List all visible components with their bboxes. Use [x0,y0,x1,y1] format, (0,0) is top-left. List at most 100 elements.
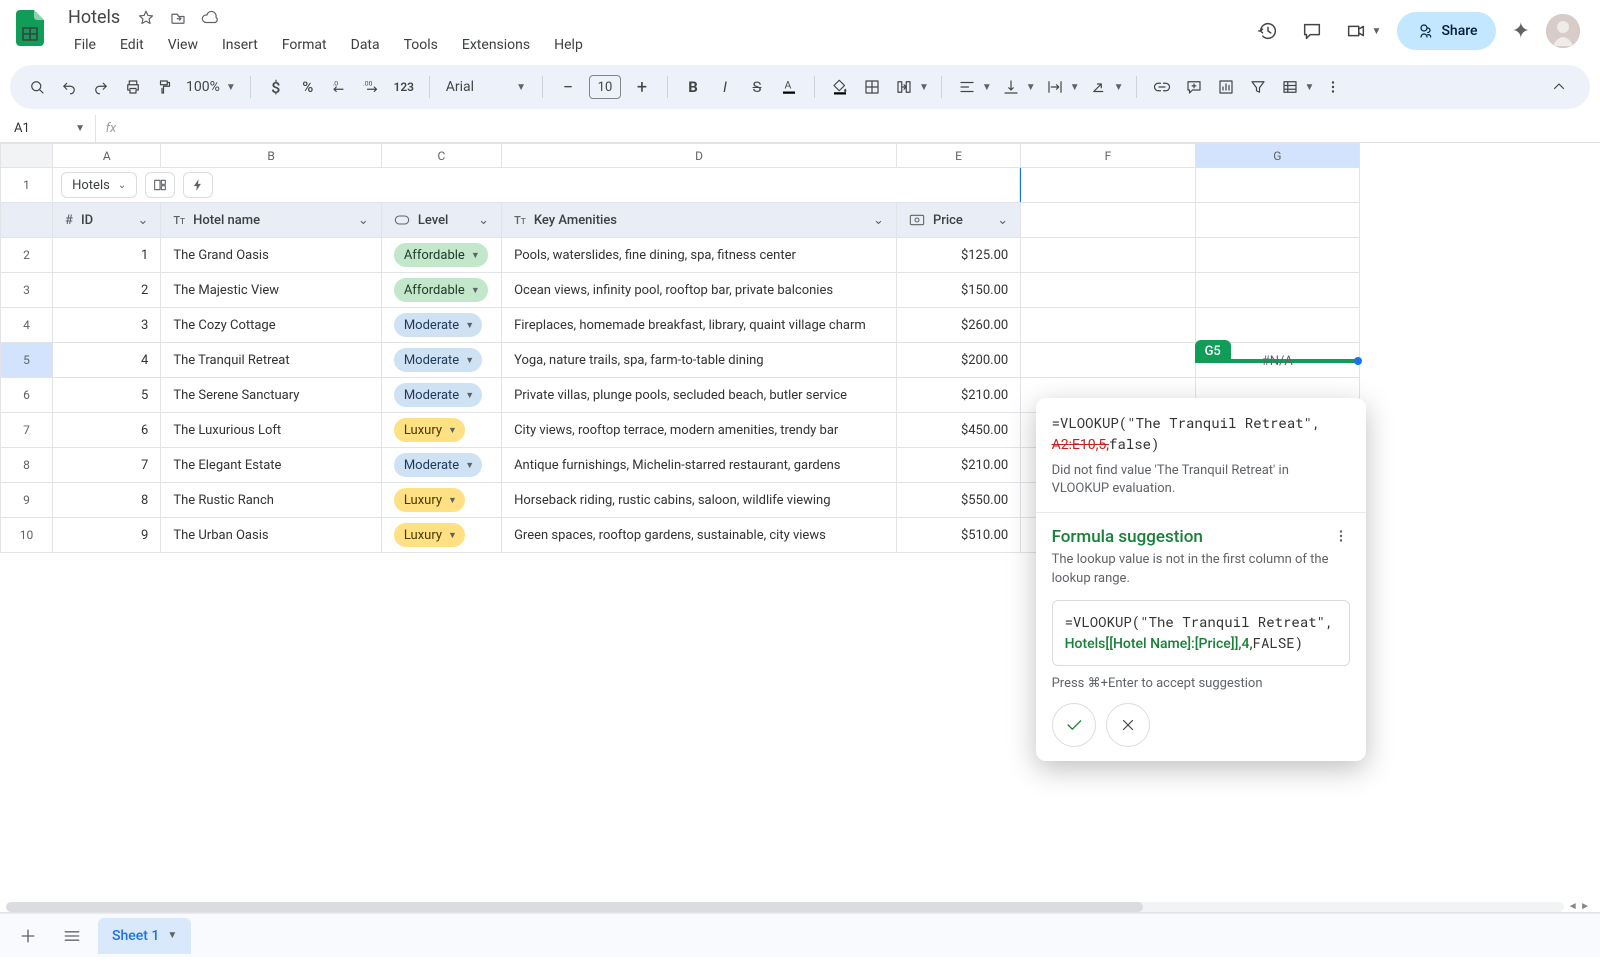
sheet-tab[interactable]: Sheet 1 ▼ [98,918,191,954]
col-level[interactable]: Level⌄ [381,203,501,238]
table-cell[interactable]: Ocean views, infinity pool, rooftop bar,… [502,273,897,308]
row-4[interactable]: 4 [1,308,53,343]
search-icon[interactable] [24,74,50,100]
col-E[interactable]: E [896,144,1020,168]
font-size-decrease[interactable]: − [555,74,581,100]
valign-icon[interactable] [998,74,1024,100]
table-cell[interactable]: City views, rooftop terrace, modern amen… [502,413,897,448]
cell[interactable] [1021,308,1195,343]
menu-format[interactable]: Format [272,33,337,57]
table-cell[interactable]: The Urban Oasis [161,518,381,553]
chevron-down-icon[interactable]: ⌄ [873,213,884,228]
table-cell[interactable]: Luxury▼ [381,413,501,448]
italic-icon[interactable]: I [712,74,738,100]
table-view-icon[interactable] [1277,74,1303,100]
col-price[interactable]: Price⌄ [896,203,1020,238]
table-cell[interactable]: $210.00 [896,378,1020,413]
font-family-select[interactable]: Arial▼ [442,79,530,95]
level-chip[interactable]: Luxury▼ [394,488,465,512]
cell[interactable] [1021,203,1195,238]
row-8[interactable]: 8 [1,448,53,483]
table-cell[interactable]: 8 [53,483,161,518]
row-7[interactable]: 7 [1,413,53,448]
table-cell[interactable]: Moderate▼ [381,308,501,343]
level-chip[interactable]: Affordable▼ [394,243,488,267]
link-icon[interactable] [1149,74,1175,100]
avatar[interactable] [1546,14,1580,48]
add-sheet-icon[interactable] [10,918,46,954]
col-F[interactable]: F [1021,144,1195,168]
doc-title[interactable]: Hotels [62,6,126,29]
col-id[interactable]: #ID⌄ [53,203,161,238]
table-cell[interactable]: Luxury▼ [381,518,501,553]
bold-icon[interactable]: B [680,74,706,100]
comment-add-icon[interactable] [1181,74,1207,100]
increase-decimal-icon[interactable]: .00 [359,74,385,100]
col-A[interactable]: A [53,144,161,168]
cell[interactable] [1021,238,1195,273]
cell[interactable] [1021,168,1195,203]
formula-input[interactable] [126,115,1600,142]
wrap-icon[interactable] [1042,74,1068,100]
decrease-decimal-icon[interactable]: .0 [327,74,353,100]
row-3[interactable]: 3 [1,273,53,308]
table-cell[interactable]: The Majestic View [161,273,381,308]
cloud-icon[interactable] [200,8,220,28]
table-cell[interactable]: Antique furnishings, Michelin-starred re… [502,448,897,483]
paint-format-icon[interactable] [152,74,178,100]
table-cell[interactable]: $150.00 [896,273,1020,308]
percent-icon[interactable]: % [295,74,321,100]
table-cell[interactable]: 3 [53,308,161,343]
history-icon[interactable] [1254,17,1282,45]
reject-suggestion-button[interactable] [1106,703,1150,747]
table-cell[interactable]: 2 [53,273,161,308]
redo-icon[interactable] [88,74,114,100]
menu-insert[interactable]: Insert [212,33,268,57]
table-cell[interactable]: Affordable▼ [381,238,501,273]
table-cell[interactable]: The Serene Sanctuary [161,378,381,413]
active-cell[interactable]: #N/A [1195,359,1360,363]
undo-icon[interactable] [56,74,82,100]
text-color-icon[interactable]: A [776,74,802,100]
scroll-arrows[interactable]: ◄ ► [1568,900,1590,912]
rowhead-blank[interactable] [1,203,53,238]
table-cell[interactable]: 1 [53,238,161,273]
move-icon[interactable] [168,8,188,28]
row-10[interactable]: 10 [1,518,53,553]
app-logo[interactable] [10,8,50,48]
level-chip[interactable]: Moderate▼ [394,313,482,337]
cell[interactable]: G5 #N/A =VLOOKUP("The Tranquil Retreat",… [1195,343,1359,378]
cell[interactable] [1021,343,1195,378]
table-cell[interactable]: $550.00 [896,483,1020,518]
table-cell[interactable]: Affordable▼ [381,273,501,308]
level-chip[interactable]: Moderate▼ [394,453,482,477]
table-cell[interactable]: Green spaces, rooftop gardens, sustainab… [502,518,897,553]
row-1[interactable]: 1 [1,168,53,203]
table-cell[interactable]: 5 [53,378,161,413]
all-sheets-icon[interactable] [54,918,90,954]
menu-tools[interactable]: Tools [394,33,448,57]
merge-icon[interactable] [891,74,917,100]
table-cell[interactable]: The Tranquil Retreat [161,343,381,378]
table-cell[interactable]: Moderate▼ [381,343,501,378]
level-chip[interactable]: Moderate▼ [394,348,482,372]
level-chip[interactable]: Luxury▼ [394,418,465,442]
chevron-down-icon[interactable]: ⌄ [358,213,369,228]
menu-help[interactable]: Help [544,33,593,57]
horizontal-scrollbar[interactable] [6,902,1564,912]
table-cell[interactable]: Moderate▼ [381,378,501,413]
col-hotel[interactable]: TᴛHotel name⌄ [161,203,381,238]
table-chip[interactable]: Hotels ⌄ [61,172,137,198]
table-cell[interactable]: $200.00 [896,343,1020,378]
name-box[interactable]: A1▼ [0,115,96,142]
zoom-select[interactable]: 100%▼ [184,79,238,95]
meet-dropdown-icon[interactable]: ▼ [1372,26,1382,37]
col-B[interactable]: B [161,144,381,168]
table-cell[interactable]: Horseback riding, rustic cabins, saloon,… [502,483,897,518]
fill-color-icon[interactable] [827,74,853,100]
share-button[interactable]: Share [1397,12,1495,50]
accept-suggestion-button[interactable] [1052,703,1096,747]
select-all-cell[interactable] [1,144,53,168]
table-cell[interactable]: Fireplaces, homemade breakfast, library,… [502,308,897,343]
table-cell[interactable]: The Rustic Ranch [161,483,381,518]
